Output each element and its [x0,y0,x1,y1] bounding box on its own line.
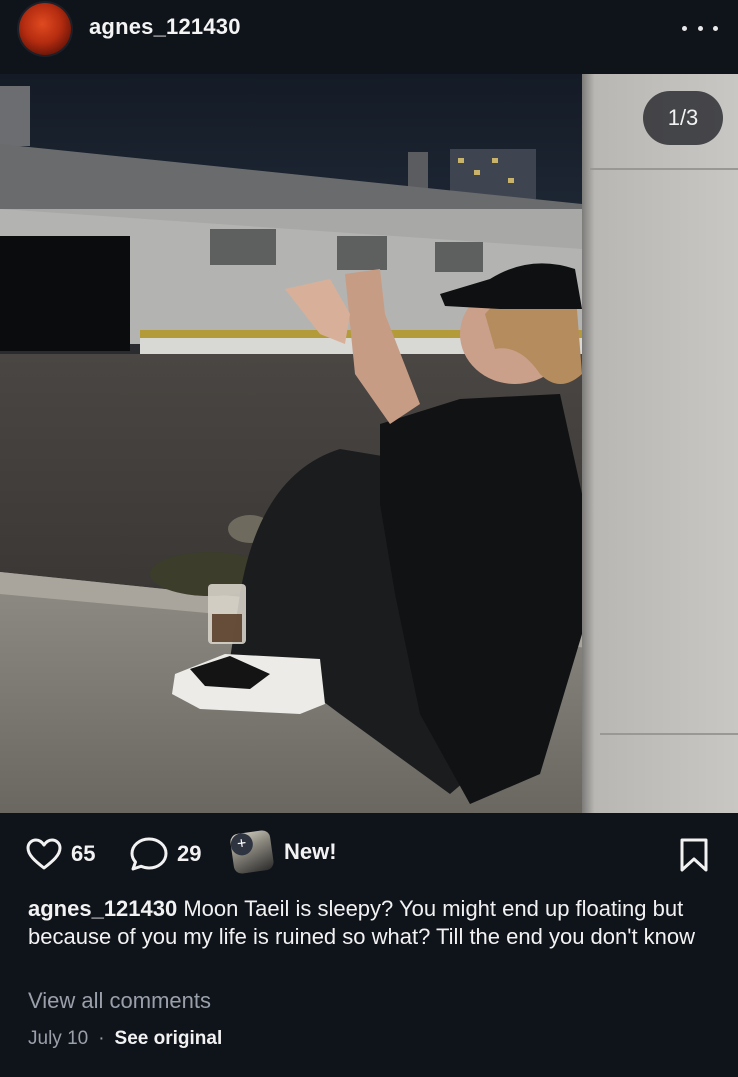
more-dot-icon [713,25,718,31]
more-dot-icon [697,25,703,31]
like-count: 65 [71,841,96,866]
photo-illustration [0,74,738,813]
like-button[interactable]: 65 [25,837,95,871]
heart-icon [26,838,62,870]
image-counter: 1/3 [643,91,723,145]
more-options-button[interactable] [682,16,718,40]
new-label: New! [284,839,337,864]
comment-bubble-icon [130,837,168,871]
comment-count: 29 [177,841,202,866]
username[interactable]: agnes_121430 [89,14,241,40]
post-meta: July 10 · See original [28,1028,222,1050]
post-photo[interactable]: 1/3 [0,74,738,813]
view-all-comments-link[interactable]: View all comments [28,988,211,1014]
bookmark-button[interactable] [678,837,710,873]
see-original-link[interactable]: See original [115,1028,223,1050]
new-sticker-button[interactable]: + New! [222,827,337,877]
comment-button[interactable]: 29 [129,837,201,871]
plus-icon: + [229,831,255,857]
post-header: agnes_121430 [0,0,738,74]
avatar[interactable] [19,3,71,55]
bookmark-icon [680,838,708,872]
action-bar: 65 29 + New! [0,813,738,899]
caption-username[interactable]: agnes_121430 [28,896,177,921]
more-dot-icon [682,25,687,31]
sticker-thumbnail: + [229,829,275,875]
post-date: July 10 [28,1028,89,1049]
caption: agnes_121430 Moon Taeil is sleepy? You m… [28,895,718,951]
separator-dot: · [98,1028,105,1049]
